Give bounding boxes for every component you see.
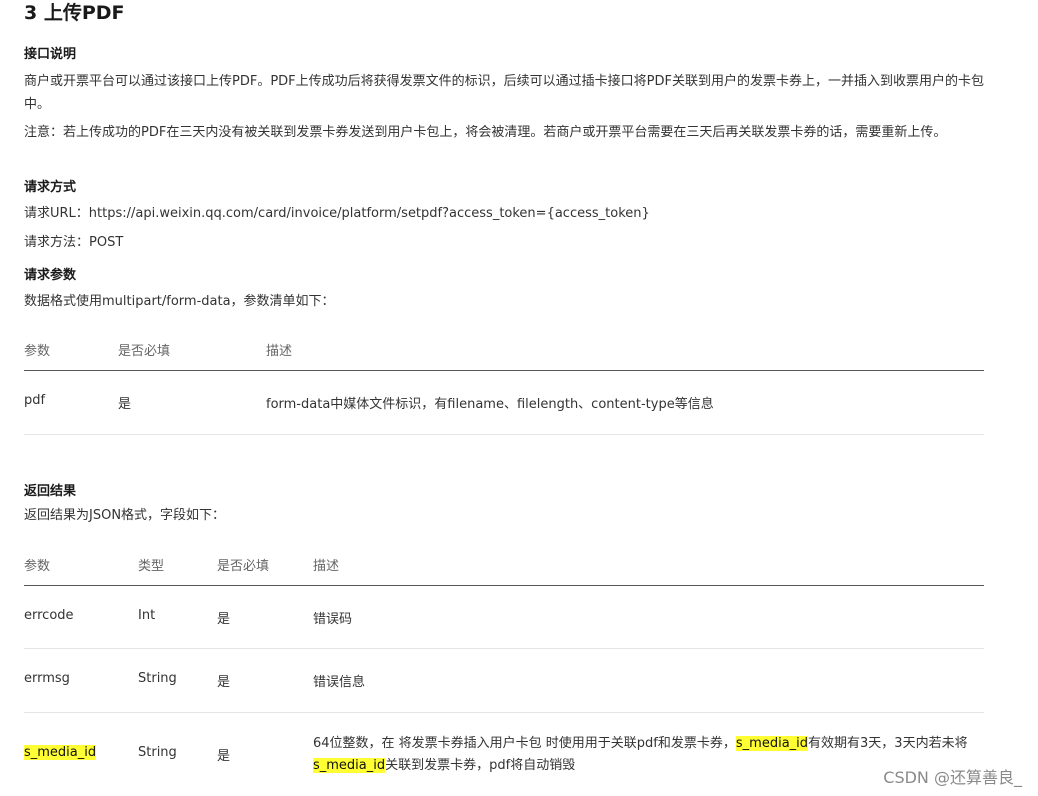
request-url: 请求URL：https://api.weixin.qq.com/card/inv… xyxy=(24,206,650,221)
section-title: 3 上传PDF xyxy=(24,2,125,24)
field-name: errcode xyxy=(24,608,74,623)
result-table: 参数 类型 是否必填 描述 errcode Int 是 错误码 errmsg S… xyxy=(24,545,984,796)
table-row: pdf 是 form-data中媒体文件标识，有filename、filelen… xyxy=(24,393,984,413)
params-header-rule xyxy=(24,370,984,371)
row-divider xyxy=(24,648,984,649)
field-required: 是 xyxy=(217,612,231,627)
params-col-desc: 描述 xyxy=(266,344,293,359)
params-col-name: 参数 xyxy=(24,344,51,359)
params-heading: 请求参数 xyxy=(24,268,77,283)
params-table: 参数 是否必填 描述 pdf 是 form-data中媒体文件标识，有filen… xyxy=(24,330,984,436)
field-name-highlighted: s_media_id xyxy=(24,745,97,760)
watermark: CSDN @还算善良_ xyxy=(883,768,1022,787)
table-row: s_media_id String 是 64位整数，在 将发票卡券插入用户卡包 … xyxy=(24,733,984,783)
desc-text: 关联到发票卡券，pdf将自动销毁 xyxy=(385,758,576,773)
result-col-required: 是否必填 xyxy=(217,559,270,574)
result-header-rule xyxy=(24,585,984,586)
desc-highlight: s_media_id xyxy=(313,758,386,773)
intro-paragraph-2: 注意：若上传成功的PDF在三天内没有被关联到发票卡券发送到用户卡包上，将会被清理… xyxy=(24,125,947,140)
table-row: errcode Int 是 错误码 xyxy=(24,608,984,628)
result-header-row: 参数 类型 是否必填 描述 xyxy=(24,555,984,575)
request-heading: 请求方式 xyxy=(24,180,77,195)
params-description: 数据格式使用multipart/form-data，参数清单如下： xyxy=(24,294,335,309)
field-description: 错误信息 xyxy=(313,675,366,690)
row-divider xyxy=(24,434,984,435)
field-name: errmsg xyxy=(24,671,70,686)
field-type: String xyxy=(138,745,177,760)
param-name: pdf xyxy=(24,393,46,408)
param-required: 是 xyxy=(118,397,132,412)
params-header-row: 参数 是否必填 描述 xyxy=(24,340,984,360)
field-required: 是 xyxy=(217,749,231,764)
result-description: 返回结果为JSON格式，字段如下： xyxy=(24,508,226,523)
intro-heading: 接口说明 xyxy=(24,47,77,62)
result-col-desc: 描述 xyxy=(313,559,340,574)
field-required: 是 xyxy=(217,675,231,690)
result-col-type: 类型 xyxy=(138,559,165,574)
table-row: errmsg String 是 错误信息 xyxy=(24,671,984,691)
result-col-name: 参数 xyxy=(24,559,51,574)
field-description: 错误码 xyxy=(313,612,353,627)
param-description: form-data中媒体文件标识，有filename、filelength、co… xyxy=(266,397,714,412)
field-type: Int xyxy=(138,608,156,623)
row-divider xyxy=(24,712,984,713)
desc-text: 有效期有3天，3天内若未将 xyxy=(808,736,968,751)
desc-highlight: s_media_id xyxy=(735,736,809,751)
params-col-required: 是否必填 xyxy=(118,344,171,359)
field-type: String xyxy=(138,671,177,686)
desc-text: 64位整数，在 将发票卡券插入用户卡包 时使用用于关联pdf和发票卡券， xyxy=(313,736,736,751)
result-heading: 返回结果 xyxy=(24,484,77,499)
intro-paragraph-1: 商户或开票平台可以通过该接口上传PDF。PDF上传成功后将获得发票文件的标识，后… xyxy=(24,74,984,112)
request-method: 请求方法：POST xyxy=(24,235,124,250)
